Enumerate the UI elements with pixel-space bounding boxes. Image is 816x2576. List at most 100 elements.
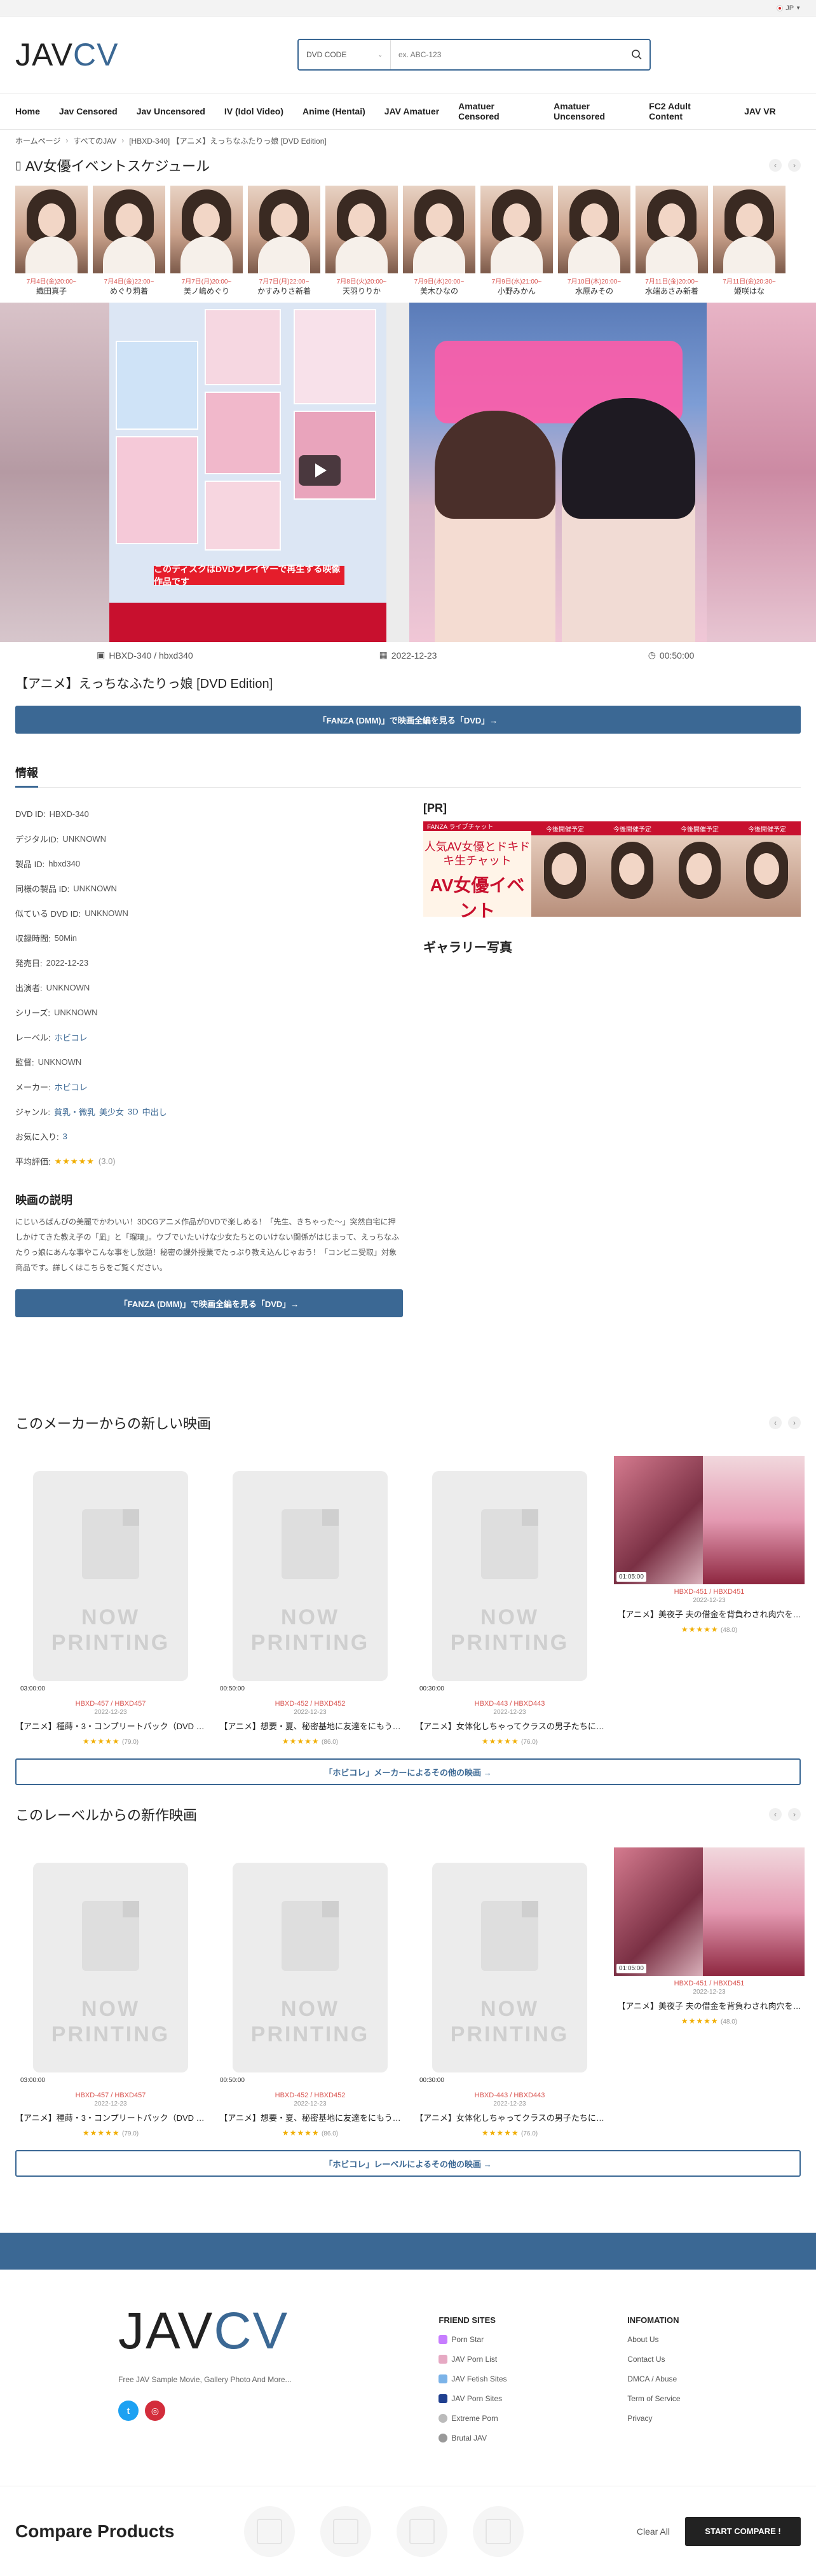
event-item[interactable]: 7月8日(火)20:00~ 天羽りりか [325, 186, 398, 296]
event-item[interactable]: 7月4日(金)20:00~ 織田真子 [15, 186, 88, 296]
event-item[interactable]: 7月7日(月)22:00~ かすみりさ新着 [248, 186, 320, 296]
breadcrumb-home[interactable]: ホームページ [15, 135, 60, 146]
info-row: 収録時間: 50Min [15, 933, 78, 943]
card-rating: ★★★★★ (76.0) [481, 2128, 538, 2137]
start-compare-button[interactable]: START COMPARE ! [685, 2516, 801, 2546]
play-icon[interactable] [299, 455, 341, 486]
japan-flag-icon[interactable] [777, 4, 784, 11]
search-button[interactable] [624, 40, 649, 69]
cover-spine [386, 303, 409, 642]
prev-arrow-icon[interactable]: ‹ [769, 1416, 782, 1429]
compare-slot[interactable] [473, 2505, 524, 2557]
event-name: 水原みその [575, 287, 613, 296]
info-row: DVD ID: HBXD-340 [15, 809, 89, 819]
event-item[interactable]: 7月11日(金)20:00~ 水端あさみ新着 [636, 186, 708, 296]
search-input[interactable] [391, 40, 624, 69]
genre-link[interactable]: 3D [128, 1107, 139, 1116]
actress-photo [636, 186, 708, 273]
friend-link[interactable]: Extreme Porn [439, 2413, 627, 2423]
card-duration: 00:30:00 [417, 2076, 447, 2085]
card-rating: ★★★★★ (79.0) [82, 1737, 139, 1746]
nav-amatuer-censored[interactable]: Amatuer Censored [458, 101, 534, 121]
nav-jav-amatuer[interactable]: JAV Amatuer [384, 106, 439, 116]
nav-home[interactable]: Home [15, 106, 40, 116]
cover-banner: このディスクはDVDプレイヤーで再生する映像作品です [154, 564, 344, 587]
main-nav: Home Jav Censored Jav Uncensored IV (Ido… [0, 93, 816, 130]
info-link[interactable]: About Us [627, 2334, 816, 2345]
search-icon [632, 50, 642, 60]
info-link[interactable]: Contact Us [627, 2353, 816, 2364]
maker-link[interactable]: ホビコレ [55, 1081, 88, 1093]
info-link[interactable]: DMCA / Abuse [627, 2373, 816, 2384]
compare-slot[interactable] [244, 2505, 295, 2557]
card-code: HBXD-452 / HBXD452 [275, 1700, 346, 1708]
prev-arrow-icon[interactable]: ‹ [769, 159, 782, 172]
description-title: 映画の説明 [15, 1194, 72, 1207]
label-more-button[interactable]: 「ホビコレ」レーベルによるその他の映画 → [15, 2150, 801, 2177]
info-link[interactable]: Term of Service [627, 2393, 816, 2404]
genre-link[interactable]: 美少女 [99, 1106, 124, 1118]
movie-card[interactable]: NOW PRINTING 00:50:00 HBXD-452 / HBXD452 2… [215, 1847, 405, 2137]
footer-logo[interactable]: JAVCV [118, 2301, 439, 2361]
instagram-icon[interactable]: ◎ [145, 2401, 165, 2421]
movie-card[interactable]: NOW PRINTING 00:30:00 HBXD-443 / HBXD443 2… [414, 1847, 605, 2137]
compare-slot[interactable] [397, 2505, 447, 2557]
nav-jav-censored[interactable]: Jav Censored [59, 106, 118, 116]
card-duration: 01:05:00 [616, 1964, 646, 1973]
card-title: 【アニメ】想要・夏、秘密基地に友達をにもう… [219, 1722, 401, 1731]
next-arrow-icon[interactable]: › [788, 1808, 801, 1821]
watch-full-button[interactable]: 「FANZA (DMM)」で映画全編を見る「DVD」→ [15, 706, 801, 734]
maker-arrows: ‹ › [769, 1416, 801, 1429]
movie-card[interactable]: 01:05:00 HBXD-451 / HBXD451 2022-12-23 【… [614, 1847, 805, 2025]
event-item[interactable]: 7月9日(水)20:00~ 美木ひなの [403, 186, 475, 296]
friend-link[interactable]: JAV Porn List [439, 2353, 627, 2364]
site-logo[interactable]: JAVCV [15, 36, 282, 73]
friend-link[interactable]: Porn Star [439, 2334, 627, 2345]
next-arrow-icon[interactable]: › [788, 159, 801, 172]
friend-link[interactable]: JAV Porn Sites [439, 2393, 627, 2404]
movie-card[interactable]: NOW PRINTING 03:00:00 HBXD-457 / HBXD457 2… [15, 1847, 206, 2137]
prev-arrow-icon[interactable]: ‹ [769, 1808, 782, 1821]
genre-link[interactable]: 貧乳・微乳 [54, 1106, 95, 1118]
card-date: 2022-12-23 [493, 2100, 526, 2107]
clear-all-button[interactable]: Clear All [637, 2526, 670, 2537]
movie-card[interactable]: NOW PRINTING 00:50:00 HBXD-452 / HBXD452 2… [215, 1456, 405, 1746]
watch-full-button-2[interactable]: 「FANZA (DMM)」で映画全編を見る「DVD」→ [15, 1289, 403, 1317]
info-link[interactable]: Privacy [627, 2413, 816, 2423]
next-arrow-icon[interactable]: › [788, 1416, 801, 1429]
event-item[interactable]: 7月11日(金)20:30~ 姫咲はな [713, 186, 785, 296]
event-item[interactable]: 7月9日(水)21:00~ 小野みかん [480, 186, 553, 296]
friend-link[interactable]: JAV Fetish Sites [439, 2373, 627, 2384]
movie-card[interactable]: NOW PRINTING 00:30:00 HBXD-443 / HBXD443 2… [414, 1456, 605, 1746]
nav-fc2[interactable]: FC2 Adult Content [649, 101, 725, 121]
nav-jav-uncensored[interactable]: Jav Uncensored [137, 106, 205, 116]
event-name: かすみりさ新着 [257, 287, 311, 296]
twitter-icon[interactable]: t [118, 2401, 139, 2421]
label-link[interactable]: ホビコレ [55, 1031, 88, 1043]
nav-idol-video[interactable]: IV (Idol Video) [224, 106, 283, 116]
pr-label: [PR] [423, 802, 447, 814]
calendar-icon: ▦ [379, 650, 388, 660]
info-row: 同様の製品 ID: UNKNOWN [15, 884, 117, 894]
search-type-select[interactable]: DVD CODE ⌄ [299, 40, 391, 69]
nav-amatuer-uncensored[interactable]: Amatuer Uncensored [554, 101, 630, 121]
event-item[interactable]: 7月7日(月)20:00~ 美ノ嶋めぐり [170, 186, 243, 296]
movie-card[interactable]: NOW PRINTING 03:00:00 HBXD-457 / HBXD457 2… [15, 1456, 206, 1746]
compare-slot[interactable] [320, 2505, 371, 2557]
friend-link[interactable]: Brutal JAV [439, 2432, 627, 2443]
genre-link[interactable]: 中出し [142, 1106, 167, 1118]
language-selector[interactable]: JP [785, 4, 794, 12]
nav-jav-vr[interactable]: JAV VR [744, 106, 776, 116]
friend-sites: FRIEND SITES Porn Star JAV Porn List JAV… [439, 2301, 627, 2486]
meta-duration: ◷ 00:50:00 [648, 650, 695, 661]
event-item[interactable]: 7月10日(木)20:00~ 水原みその [558, 186, 630, 296]
event-name: 美木ひなの [419, 287, 458, 296]
event-item[interactable]: 7月4日(金)22:00~ めぐり莉着 [93, 186, 165, 296]
porn-star-icon [439, 2334, 448, 2344]
breadcrumb-all-jav[interactable]: すべてのJAV [73, 135, 116, 146]
maker-more-button[interactable]: 「ホビコレ」メーカーによるその他の映画 → [15, 1758, 801, 1785]
hero-video[interactable]: このディスクはDVDプレイヤーで再生する映像作品です [0, 303, 816, 642]
movie-card[interactable]: 01:05:00 HBXD-451 / HBXD451 2022-12-23 【… [614, 1456, 805, 1634]
pr-banner[interactable]: FANZA ライブチャット 人気AV女優とドキドキ生チャット AV女優イベント … [423, 821, 801, 921]
nav-anime[interactable]: Anime (Hentai) [303, 106, 365, 116]
